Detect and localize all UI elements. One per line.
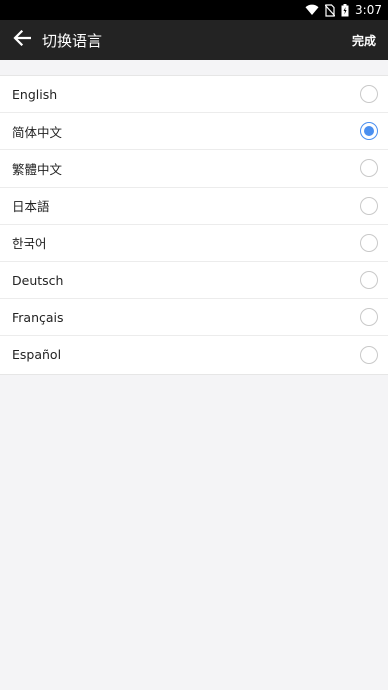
language-label: Español — [12, 347, 62, 363]
app-bar: 切换语言 完成 — [0, 20, 388, 60]
wifi-icon — [305, 4, 319, 16]
language-option[interactable]: 한국어 — [0, 225, 388, 262]
language-label: 繁體中文 — [12, 161, 63, 177]
radio-selected-dot — [364, 126, 374, 137]
done-button[interactable]: 完成 — [352, 20, 376, 60]
language-label: 日本語 — [12, 199, 50, 215]
language-radio[interactable] — [360, 271, 378, 290]
language-radio[interactable] — [360, 122, 378, 141]
language-label: Français — [12, 309, 64, 325]
language-radio[interactable] — [360, 233, 378, 252]
status-bar: 3:07 — [0, 0, 388, 20]
no-sim-icon — [325, 3, 336, 17]
battery-icon — [341, 3, 349, 17]
language-option[interactable]: 繁體中文 — [0, 150, 388, 188]
language-radio[interactable] — [360, 345, 378, 364]
language-label: 简体中文 — [12, 124, 63, 140]
language-radio[interactable] — [360, 85, 378, 104]
language-option[interactable]: 简体中文 — [0, 113, 388, 151]
language-radio[interactable] — [360, 196, 378, 215]
status-time: 3:07 — [355, 3, 382, 17]
page-title: 切换语言 — [42, 31, 103, 50]
language-option[interactable]: 日本語 — [0, 188, 388, 225]
language-option[interactable]: Español — [0, 336, 388, 373]
language-radio[interactable] — [360, 308, 378, 327]
language-label: English — [12, 86, 58, 102]
back-button[interactable] — [2, 20, 42, 60]
arrow-left-icon — [13, 29, 32, 50]
language-radio[interactable] — [360, 159, 378, 178]
language-option[interactable]: Français — [0, 299, 388, 337]
language-list: English 简体中文繁體中文日本語 한국어 Deutsch Français Espa… — [0, 75, 388, 375]
language-label: 한국어 — [12, 236, 47, 252]
language-label: Deutsch — [12, 272, 64, 288]
language-option[interactable]: Deutsch — [0, 262, 388, 300]
language-option[interactable]: English — [0, 76, 388, 114]
